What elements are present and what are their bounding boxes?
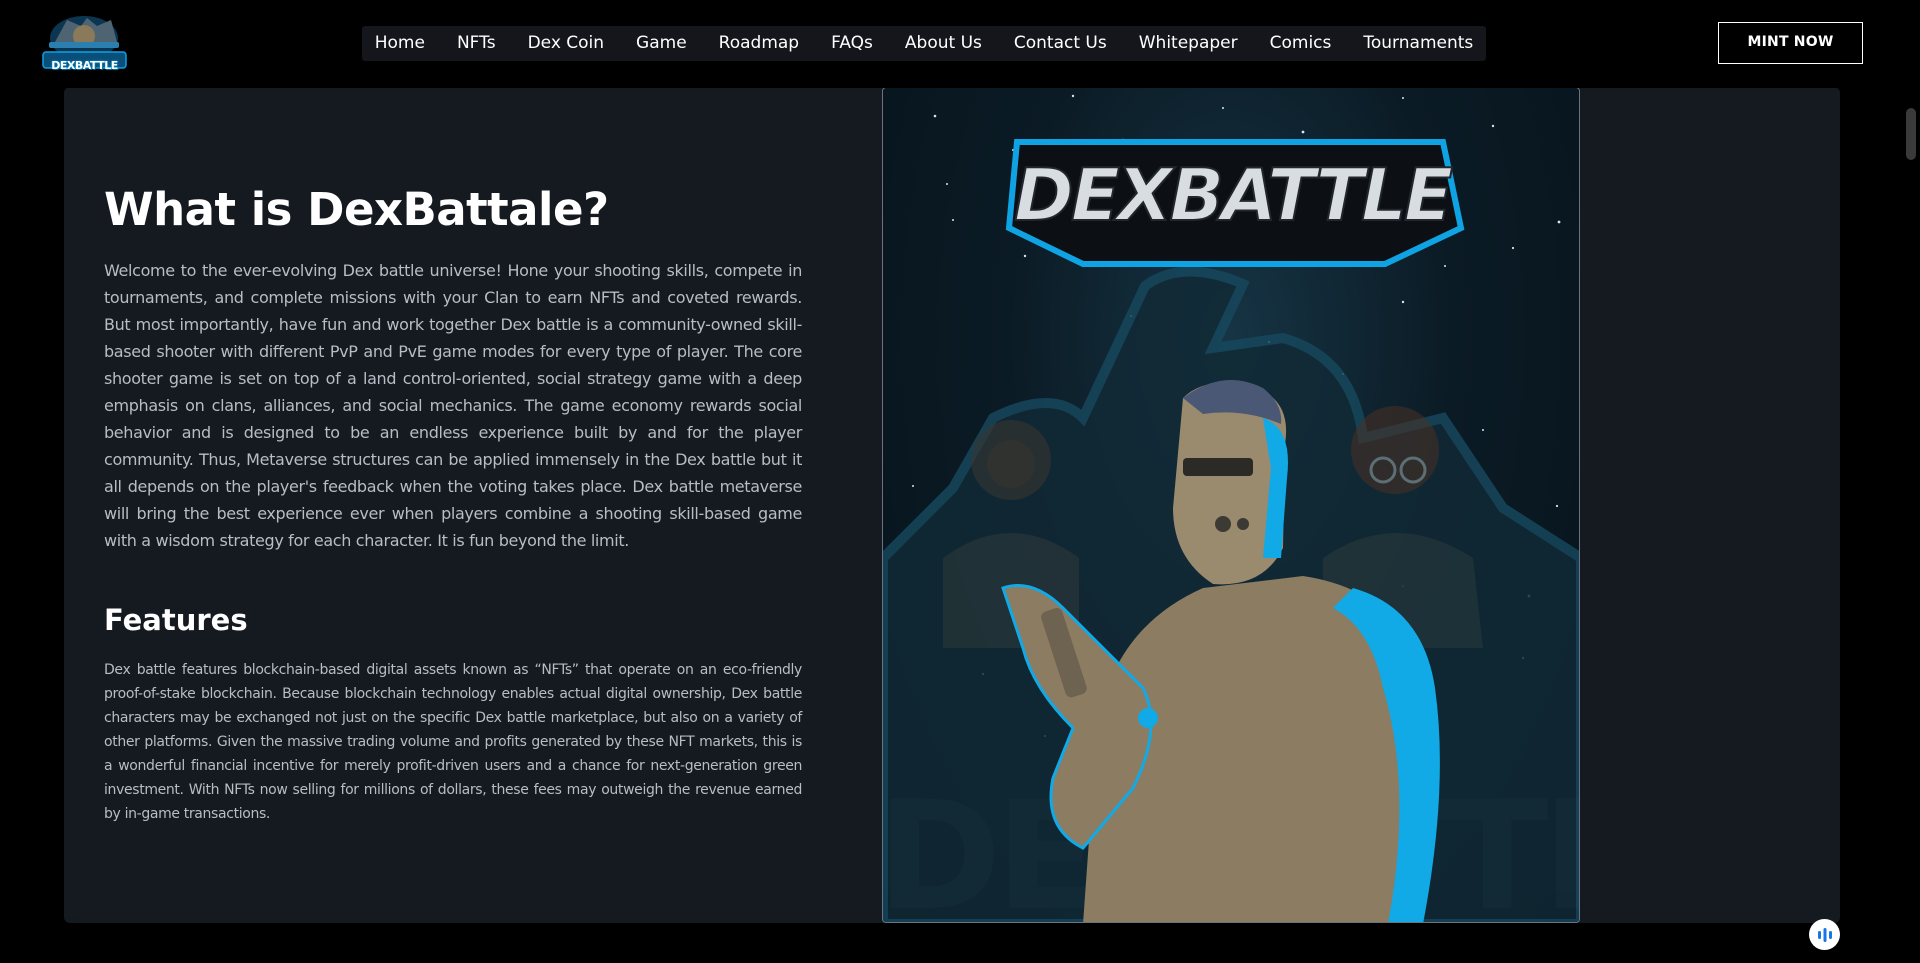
nav-dex-coin[interactable]: Dex Coin: [512, 26, 620, 61]
nav-nfts[interactable]: NFTs: [441, 26, 512, 61]
section-title: What is DexBattale?: [104, 183, 609, 236]
logo-wordmark: DEXBATTLE: [51, 59, 118, 72]
mint-now-button[interactable]: MINT NOW: [1718, 22, 1863, 64]
nav-home[interactable]: Home: [359, 26, 441, 61]
scrollbar-thumb[interactable]: [1906, 108, 1916, 160]
nav-game[interactable]: Game: [620, 26, 703, 61]
audio-widget-button[interactable]: [1809, 919, 1840, 950]
nav-contact-us[interactable]: Contact Us: [998, 26, 1123, 61]
site-logo[interactable]: DEXBATTLE: [37, 12, 132, 74]
dexbattle-artwork: DEX ATTLE DEXBATTLE: [882, 87, 1580, 923]
nav-faqs[interactable]: FAQs: [815, 26, 889, 61]
nav-tournaments[interactable]: Tournaments: [1347, 26, 1489, 61]
art-logo-text: DEXBATTLE: [1014, 153, 1453, 237]
features-heading: Features: [104, 603, 248, 637]
audio-wave-icon: [1817, 927, 1832, 942]
features-paragraph: Dex battle features blockchain-based dig…: [104, 662, 802, 822]
main-nav: Home NFTs Dex Coin Game Roadmap FAQs Abo…: [362, 26, 1486, 61]
art-logo-plate: DEXBATTLE: [1005, 139, 1465, 267]
site-header: DEXBATTLE Home NFTs Dex Coin Game Roadma…: [0, 0, 1920, 88]
nav-comics[interactable]: Comics: [1254, 26, 1348, 61]
nav-about-us[interactable]: About Us: [889, 26, 998, 61]
nav-roadmap[interactable]: Roadmap: [703, 26, 815, 61]
page-scrollbar[interactable]: [1903, 88, 1920, 963]
intro-paragraph: Welcome to the ever-evolving Dex battle …: [104, 261, 802, 550]
nav-whitepaper[interactable]: Whitepaper: [1123, 26, 1254, 61]
